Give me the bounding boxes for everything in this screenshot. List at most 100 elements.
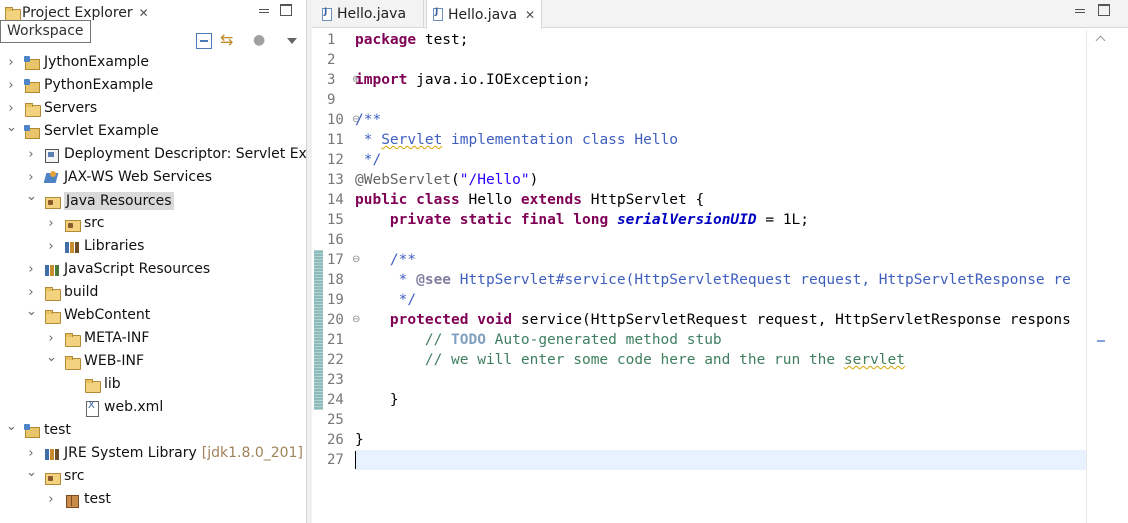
close-icon[interactable]: ✕ (525, 8, 535, 22)
line-number: 14 (327, 192, 344, 208)
code-token: /** (355, 112, 382, 128)
maximize-icon[interactable] (280, 4, 292, 16)
overview-marker[interactable] (1097, 340, 1105, 342)
chevron-right-icon[interactable]: › (26, 148, 36, 161)
chevron-down-icon[interactable]: ⌄ (6, 420, 17, 433)
tree-item-libraries[interactable]: › Libraries (0, 236, 306, 259)
close-icon[interactable]: ✕ (139, 6, 149, 20)
code-line[interactable] (355, 370, 1086, 390)
chevron-down-icon[interactable]: ⌄ (6, 121, 17, 134)
tree-item-label: JAX-WS Web Services (64, 169, 213, 185)
chevron-down-icon[interactable]: ⌄ (46, 351, 57, 364)
code-line[interactable]: * Servlet implementation class Hello (355, 130, 1086, 150)
tree-item-jre[interactable]: › JRE System Library [jdk1.8.0_201] (0, 443, 306, 466)
code-token: * (355, 132, 382, 148)
chevron-down-icon[interactable]: ⌄ (26, 305, 37, 318)
chevron-right-icon[interactable]: › (6, 79, 16, 92)
tree-item-webcontent[interactable]: ⌄ WebContent (0, 305, 306, 328)
filter-icon[interactable] (252, 32, 268, 49)
tree-item-meta-inf[interactable]: › META-INF (0, 328, 306, 351)
chevron-right-icon[interactable]: › (26, 171, 36, 184)
chevron-down-icon[interactable]: ⌄ (26, 190, 37, 203)
chevron-down-icon[interactable]: ⌄ (26, 466, 37, 479)
tree-item-servlet-example[interactable]: ⌄ Servlet Example (0, 121, 306, 144)
tree-item-servers[interactable]: › Servers (0, 98, 306, 121)
line-number: 16 (327, 232, 344, 248)
code-line[interactable]: /** (355, 250, 1086, 270)
code-line[interactable]: } (355, 430, 1086, 450)
tree-item-jython[interactable]: › JythonExample (0, 52, 306, 75)
chevron-right-icon[interactable]: › (26, 286, 36, 299)
code-line[interactable]: public class Hello extends HttpServlet { (355, 190, 1086, 210)
code-line[interactable]: private static final long serialVersionU… (355, 210, 1086, 230)
code-token: HttpServlet#service(HttpServletRequest r… (451, 272, 1071, 288)
code-line[interactable]: package test; (355, 30, 1086, 50)
tree-item-jaxws[interactable]: › JAX-WS Web Services (0, 167, 306, 190)
editor-tab-hello-java-active[interactable]: Hello.java ✕ (426, 0, 542, 29)
code-line[interactable]: */ (355, 150, 1086, 170)
chevron-right-icon[interactable]: › (6, 56, 16, 69)
tree-item-java-resources[interactable]: ⌄ Java Resources (0, 190, 306, 213)
code-text[interactable]: package test; import java.io.IOException;… (355, 30, 1086, 523)
line-number: 3 (327, 72, 336, 88)
tree-item-build[interactable]: › build (0, 282, 306, 305)
chevron-right-icon[interactable]: › (26, 447, 36, 460)
code-line[interactable] (355, 410, 1086, 430)
code-line[interactable] (355, 230, 1086, 250)
project-explorer-view: Project Explorer ✕ Workspace › JythonExam… (0, 0, 321, 523)
code-line[interactable]: // we will enter some code here and the … (355, 350, 1086, 370)
code-line[interactable]: /** (355, 110, 1086, 130)
tree-item-test-src[interactable]: ⌄ src (0, 466, 306, 489)
tree-item-python[interactable]: › PythonExample (0, 75, 306, 98)
editor-tab-hello-java[interactable]: Hello.java (316, 0, 424, 28)
code-line[interactable]: * @see HttpServlet#service(HttpServletRe… (355, 270, 1086, 290)
chevron-right-icon[interactable]: › (46, 217, 56, 230)
minimize-icon[interactable] (1074, 4, 1086, 16)
tree-item-src[interactable]: › src (0, 213, 306, 236)
overview-ruler[interactable] (1086, 30, 1114, 523)
code-token: TODO (451, 332, 486, 348)
tree-item-label: web.xml (104, 399, 164, 415)
chevron-right-icon[interactable]: › (46, 493, 56, 506)
code-line[interactable]: */ (355, 290, 1086, 310)
code-line[interactable]: import java.io.IOException; (355, 70, 1086, 90)
tree-item-label: Libraries (84, 238, 145, 254)
minimize-icon[interactable] (258, 4, 270, 16)
tree-item-label: Servers (44, 100, 98, 116)
code-area[interactable]: 1 2 3 ⊕ 9 10 ⊖ 11 12 13 14 15 16 17 ⊖ 18 19 20 ⊖ 21 22 23 24 25… (312, 30, 1128, 523)
code-line[interactable] (355, 90, 1086, 110)
code-line[interactable]: } (355, 390, 1086, 410)
link-with-editor-icon[interactable] (220, 30, 236, 49)
tree-item-web-xml[interactable]: web.xml (0, 397, 306, 420)
chevron-right-icon[interactable]: › (26, 263, 36, 276)
code-line[interactable]: @WebServlet("/Hello") (355, 170, 1086, 190)
view-menu-icon[interactable] (284, 33, 300, 49)
workspace-tooltip: Workspace (0, 20, 91, 43)
folder-icon (84, 378, 101, 393)
code-token: // (355, 332, 452, 348)
chevron-right-icon[interactable]: › (6, 102, 16, 115)
chevron-right-icon[interactable]: › (46, 240, 56, 253)
project-icon (24, 424, 40, 438)
tree-item-test[interactable]: ⌄ test (0, 420, 306, 443)
tree-item-test-package[interactable]: › test (0, 489, 306, 512)
code-line[interactable] (355, 450, 1086, 470)
maximize-icon[interactable] (1098, 4, 1110, 16)
chevron-up-icon[interactable] (1096, 34, 1106, 44)
code-line[interactable]: // TODO Auto-generated method stub (355, 330, 1086, 350)
editor-tab-label: Hello.java (337, 6, 407, 22)
web-services-icon (44, 171, 60, 185)
code-token: package (355, 32, 417, 48)
tree-item-lib[interactable]: lib (0, 374, 306, 397)
tree-item-js-resources[interactable]: › JavaScript Resources (0, 259, 306, 282)
tree-item-label: Java Resources (64, 192, 174, 210)
code-line[interactable] (355, 50, 1086, 70)
code-line[interactable]: protected void service(HttpServletReques… (355, 310, 1086, 330)
tree-item-deployment-descriptor[interactable]: › Deployment Descriptor: Servlet Exar (0, 144, 321, 167)
code-token: serialVersionUID (616, 212, 757, 228)
chevron-right-icon[interactable]: › (46, 332, 56, 345)
collapse-all-icon[interactable] (196, 33, 212, 49)
tree-item-web-inf[interactable]: ⌄ WEB-INF (0, 351, 306, 374)
folder-icon (64, 332, 81, 347)
line-number: 21 (327, 332, 344, 348)
